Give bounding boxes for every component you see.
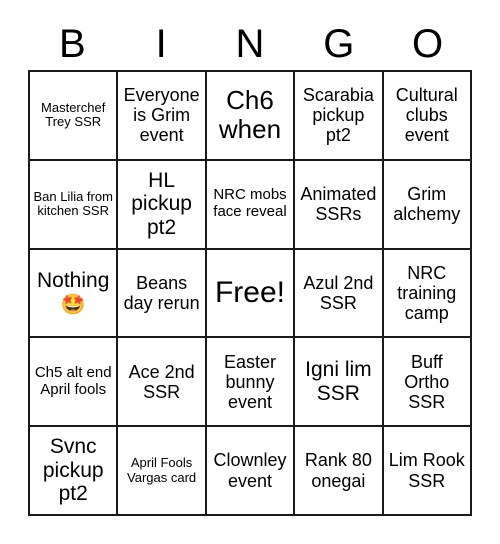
- bingo-cell-label: NRC mobs face reveal: [213, 186, 287, 221]
- bingo-cell-label: Ch5 alt end April fools: [34, 363, 112, 398]
- bingo-header-letter-g: G: [323, 22, 355, 66]
- bingo-cell-o1[interactable]: Cultural clubs event: [383, 72, 472, 161]
- bingo-cell-label: Azul 2nd SSR: [303, 272, 374, 313]
- bingo-cell-label: Animated SSRs: [300, 184, 377, 225]
- bingo-cell-g2[interactable]: Animated SSRs: [295, 160, 384, 250]
- bingo-cell-i2[interactable]: HL pickup pt2: [118, 160, 207, 250]
- bingo-cell-label: Nothing: [37, 269, 110, 293]
- star-struck-emoji-icon: 🤩: [60, 293, 86, 316]
- bingo-cell-i5[interactable]: April Fools Vargas card: [118, 427, 207, 516]
- bingo-cell-label: Buff Ortho SSR: [404, 351, 450, 412]
- bingo-cell-o3[interactable]: NRC training camp: [383, 249, 472, 339]
- bingo-cell-label: Cultural clubs event: [395, 85, 458, 146]
- bingo-header: B I N G O: [28, 18, 472, 70]
- bingo-cell-label: Free!: [214, 276, 285, 310]
- bingo-cell-label: Ace 2nd SSR: [128, 361, 195, 402]
- bingo-header-letter-o: O: [412, 22, 444, 66]
- bingo-grid: Masterchef Trey SSR Everyone is Grim eve…: [28, 70, 472, 516]
- bingo-cell-free-space[interactable]: Free!: [206, 249, 296, 339]
- bingo-cell-label: Scarabia pickup pt2: [302, 85, 374, 146]
- bingo-cell-b2[interactable]: Ban Lilia from kitchen SSR: [30, 160, 119, 250]
- bingo-cell-label: Svnc pickup pt2: [42, 435, 104, 506]
- bingo-cell-g3[interactable]: Azul 2nd SSR: [295, 249, 384, 339]
- bingo-cell-i4[interactable]: Ace 2nd SSR: [118, 338, 207, 428]
- bingo-header-letter-n: N: [235, 22, 265, 66]
- bingo-header-letter-b: B: [59, 22, 86, 66]
- bingo-cell-n5[interactable]: Clownley event: [206, 427, 296, 516]
- bingo-cell-label: Easter bunny event: [223, 351, 276, 412]
- bingo-cell-o4[interactable]: Buff Ortho SSR: [383, 338, 472, 428]
- bingo-cell-label: Beans day rerun: [123, 272, 200, 313]
- bingo-cell-g5[interactable]: Rank 80 onegai: [295, 427, 384, 516]
- bingo-cell-o5[interactable]: Lim Rook SSR: [383, 427, 472, 516]
- bingo-cell-n1[interactable]: Ch6 when: [206, 72, 296, 161]
- bingo-cell-i3[interactable]: Beans day rerun: [118, 249, 207, 339]
- bingo-cell-label: Ban Lilia from kitchen SSR: [33, 188, 113, 219]
- bingo-cell-label: HL pickup pt2: [131, 168, 192, 239]
- bingo-cell-o2[interactable]: Grim alchemy: [383, 160, 472, 250]
- bingo-cell-n2[interactable]: NRC mobs face reveal: [206, 160, 296, 250]
- bingo-cell-n4[interactable]: Easter bunny event: [206, 338, 296, 428]
- bingo-cell-label: Igni lim SSR: [305, 358, 372, 405]
- bingo-cell-label: Grim alchemy: [393, 184, 461, 225]
- bingo-cell-b5[interactable]: Svnc pickup pt2: [30, 427, 119, 516]
- bingo-header-letter-i: I: [155, 22, 167, 66]
- bingo-cell-b3[interactable]: Nothing 🤩: [30, 249, 119, 339]
- bingo-cell-label: Ch6 when: [218, 85, 282, 145]
- bingo-cell-label: Masterchef Trey SSR: [41, 99, 106, 130]
- bingo-cell-label: Rank 80 onegai: [304, 450, 372, 491]
- bingo-card: B I N G O Masterchef Trey SSR Everyone i…: [0, 0, 500, 544]
- bingo-cell-g4[interactable]: Igni lim SSR: [295, 338, 384, 428]
- bingo-cell-label: Lim Rook SSR: [388, 450, 465, 491]
- bingo-cell-label: April Fools Vargas card: [127, 455, 197, 485]
- bingo-cell-g1[interactable]: Scarabia pickup pt2: [295, 72, 384, 161]
- bingo-cell-b4[interactable]: Ch5 alt end April fools: [30, 338, 119, 428]
- bingo-cell-label: Clownley event: [213, 450, 287, 491]
- bingo-cell-label: Everyone is Grim event: [123, 85, 200, 146]
- bingo-cell-label: NRC training camp: [397, 262, 457, 324]
- bingo-cell-b1[interactable]: Masterchef Trey SSR: [30, 72, 119, 161]
- bingo-cell-label-wrapper: Nothing 🤩: [33, 269, 113, 317]
- bingo-cell-i1[interactable]: Everyone is Grim event: [118, 72, 207, 161]
